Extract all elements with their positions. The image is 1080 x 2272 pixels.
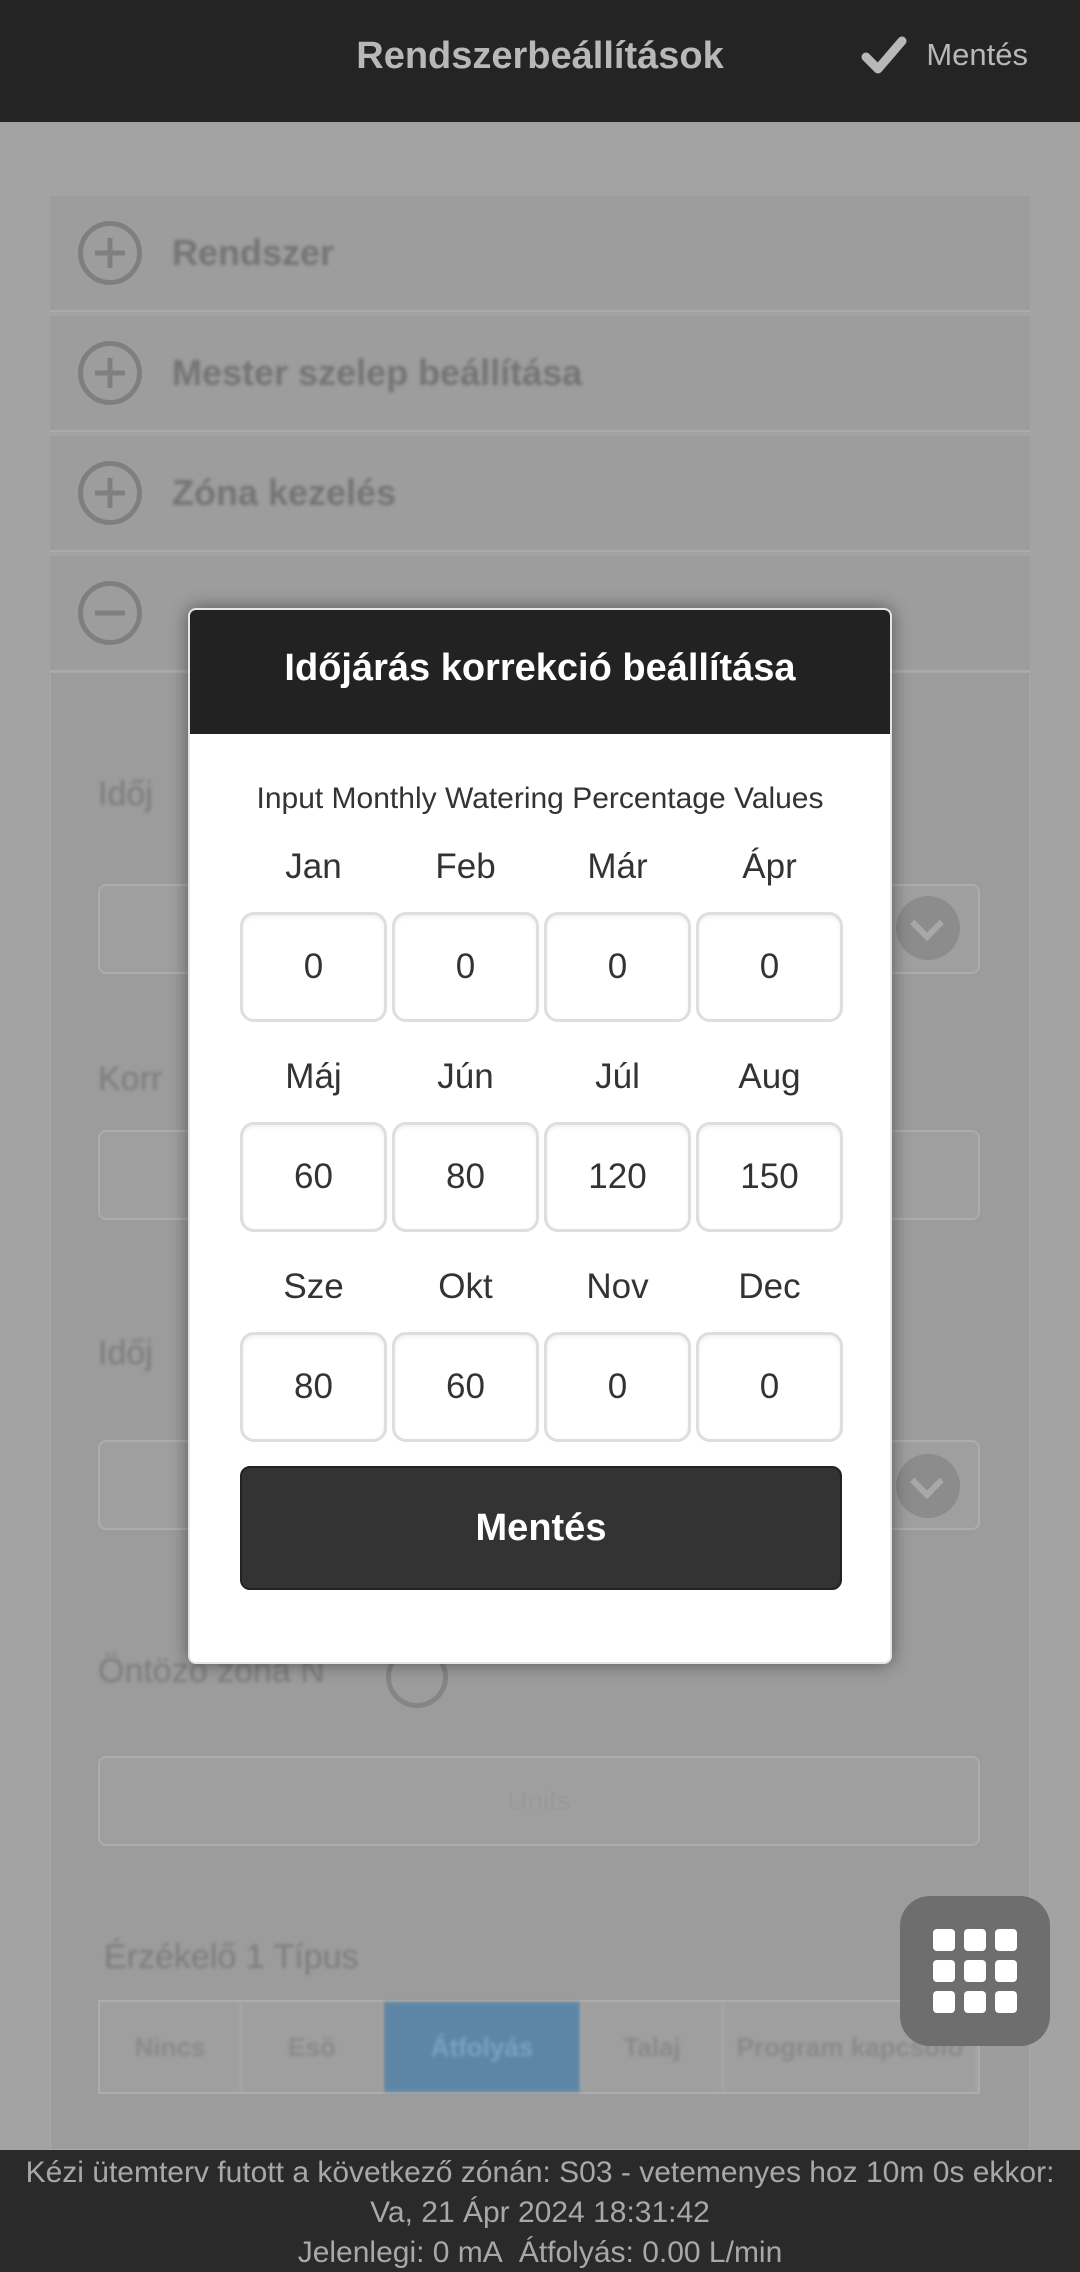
month-input-jun[interactable] — [392, 1122, 539, 1232]
month-input-oct[interactable] — [392, 1332, 539, 1442]
tab-none[interactable]: Nincs — [100, 2002, 242, 2092]
tab-flow[interactable]: Átfolyás — [384, 2002, 582, 2092]
plus-circle-icon — [78, 341, 142, 405]
status-line-1: Kézi ütemterv futott a következő zónán: … — [25, 2156, 1055, 2189]
month-label-jul: Júl — [595, 1057, 640, 1096]
month-input-feb[interactable] — [392, 912, 539, 1022]
bg-label-correction: Korr — [98, 1060, 163, 1098]
accordion-zone-management[interactable]: Zóna kezelés — [50, 436, 1030, 552]
plus-circle-icon — [78, 461, 142, 525]
bg-label-sensor-type: Érzékelő 1 Típus — [104, 1938, 359, 1976]
grid-menu-button[interactable] — [900, 1896, 1050, 2046]
weather-correction-dialog: Időjárás korrekció beállítása Input Mont… — [188, 608, 892, 1664]
month-label-may: Máj — [285, 1057, 342, 1096]
current-reading: Jelenlegi: 0 mA — [297, 2236, 503, 2269]
tab-rain[interactable]: Esö — [242, 2002, 384, 2092]
status-line-3: Jelenlegi: 0 mA Átfolyás: 0.00 L/min — [0, 2233, 1080, 2272]
check-icon — [861, 36, 907, 74]
dialog-save-button[interactable]: Mentés — [240, 1466, 842, 1590]
month-label-sep: Sze — [283, 1267, 344, 1306]
month-input-dec[interactable] — [696, 1332, 843, 1442]
app-header: Rendszerbeállítások Mentés — [0, 0, 1080, 122]
chevron-down-icon — [896, 1454, 960, 1518]
month-label-oct: Okt — [438, 1267, 493, 1306]
month-input-nov[interactable] — [544, 1332, 691, 1442]
chevron-down-icon — [896, 896, 960, 960]
month-label-feb: Feb — [435, 847, 496, 886]
grid-icon — [933, 1929, 955, 1951]
month-label-jan: Jan — [285, 847, 342, 886]
accordion-system[interactable]: Rendszer — [50, 196, 1030, 312]
bg-label-weather-2: Időj — [98, 1334, 153, 1372]
month-input-mar[interactable] — [544, 912, 691, 1022]
month-label-mar: Már — [587, 847, 648, 886]
month-label-apr: Ápr — [742, 847, 797, 886]
month-label-dec: Dec — [738, 1267, 801, 1306]
month-label-aug: Aug — [738, 1057, 801, 1096]
month-input-jan[interactable] — [240, 912, 387, 1022]
accordion-label: Rendszer — [172, 232, 335, 273]
minus-circle-icon — [78, 581, 142, 645]
accordion-master-valve[interactable]: Mester szelep beállítása — [50, 316, 1030, 432]
plus-circle-icon — [78, 221, 142, 285]
sensor-type-tabs: Nincs Esö Átfolyás Talaj Program kapcsol… — [98, 2000, 980, 2094]
status-line-2: Va, 21 Ápr 2024 18:31:42 — [370, 2196, 710, 2229]
tab-soil[interactable]: Talaj — [582, 2002, 724, 2092]
monthly-values-grid: Jan Feb Már Ápr Máj Jún Júl Aug Sze Okt … — [240, 842, 844, 1472]
accordion-label: Mester szelep beállítása — [172, 352, 583, 393]
month-label-nov: Nov — [586, 1267, 649, 1306]
header-save-label: Mentés — [926, 37, 1028, 72]
month-input-aug[interactable] — [696, 1122, 843, 1232]
month-input-may[interactable] — [240, 1122, 387, 1232]
status-footer: Kézi ütemterv futott a következő zónán: … — [0, 2150, 1080, 2272]
month-input-apr[interactable] — [696, 912, 843, 1022]
header-save-button[interactable]: Mentés — [860, 30, 1028, 80]
flow-reading: Átfolyás: 0.00 L/min — [518, 2236, 783, 2269]
bg-label-weather: Időj — [98, 775, 153, 813]
dialog-subtitle: Input Monthly Watering Percentage Values — [256, 782, 824, 815]
dialog-title: Időjárás korrekció beállítása — [190, 610, 890, 734]
month-input-sep[interactable] — [240, 1332, 387, 1442]
month-input-jul[interactable] — [544, 1122, 691, 1232]
accordion-label: Zóna kezelés — [172, 472, 397, 513]
month-label-jun: Jún — [437, 1057, 494, 1096]
bg-units-field[interactable]: Units — [98, 1756, 980, 1846]
